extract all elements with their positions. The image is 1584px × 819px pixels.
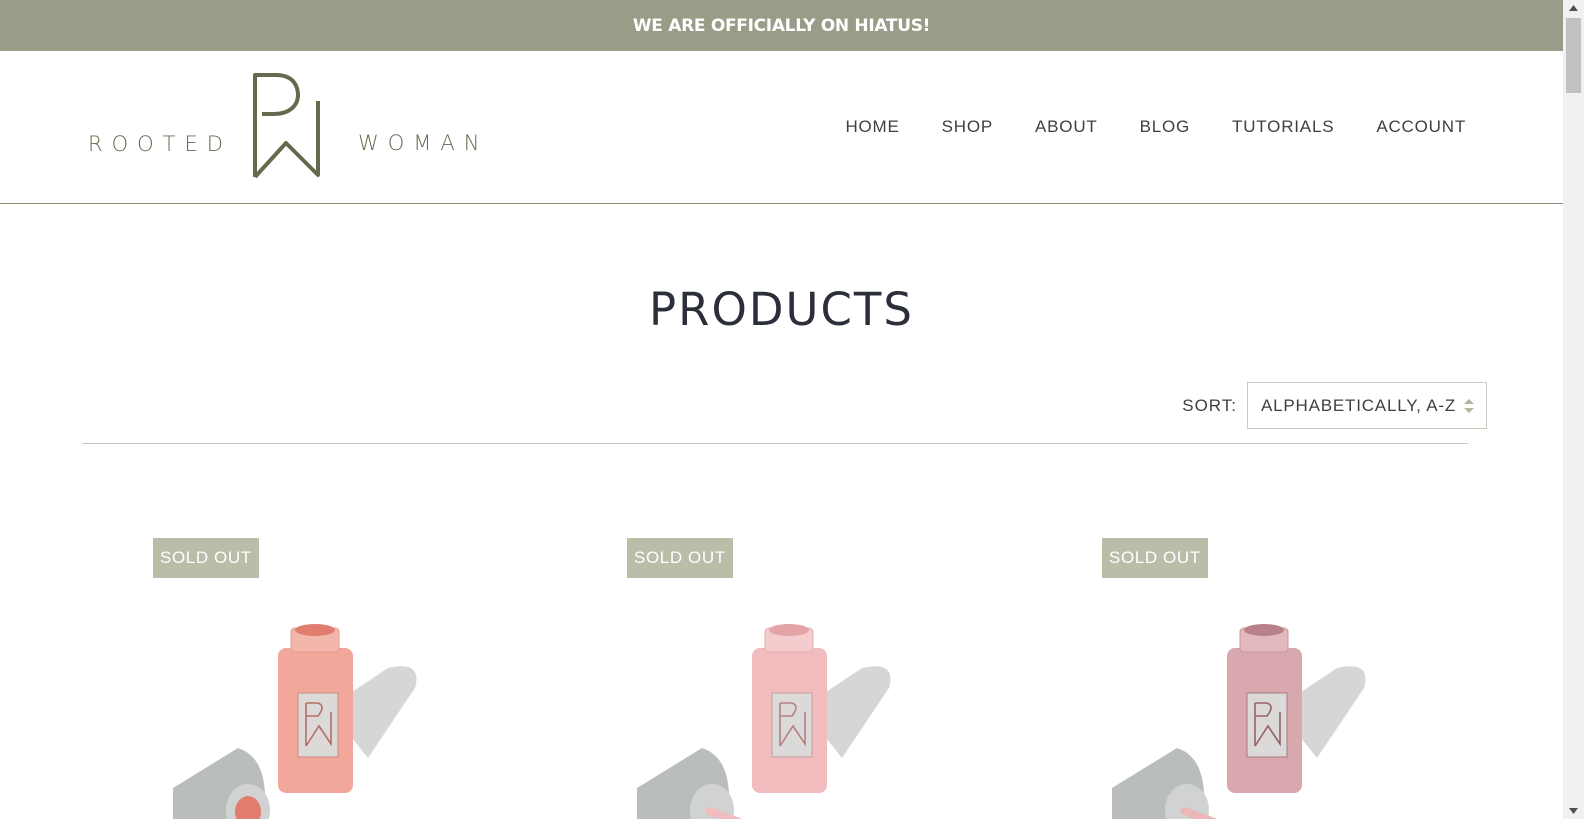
nail-polish-image[interactable] xyxy=(1102,588,1402,819)
sort-selected-value: ALPHABETICALLY, A-Z xyxy=(1261,395,1457,415)
logo-word-woman: WOMAN xyxy=(358,131,489,155)
nail-polish-image[interactable] xyxy=(153,588,453,819)
divider xyxy=(82,443,1468,444)
sold-out-badge: SOLD OUT xyxy=(1102,538,1208,578)
product-card[interactable]: SOLD OUT xyxy=(1102,538,1462,819)
page-title: PRODUCTS xyxy=(649,283,914,336)
sold-out-badge: SOLD OUT xyxy=(627,538,733,578)
scrollbar[interactable] xyxy=(1563,0,1584,819)
nav-tutorials[interactable]: TUTORIALS xyxy=(1232,117,1334,137)
scroll-up-arrow-icon[interactable] xyxy=(1563,0,1584,16)
site-logo[interactable]: ROOTED WOMAN xyxy=(86,71,486,181)
nav-about[interactable]: ABOUT xyxy=(1035,117,1098,137)
product-card[interactable]: SOLD OUT xyxy=(153,538,513,819)
sold-out-badge: SOLD OUT xyxy=(153,538,259,578)
site-header: ROOTED WOMAN HOME SHOP ABOUT BLOG TUTORI… xyxy=(0,51,1563,204)
scroll-down-arrow-icon[interactable] xyxy=(1563,803,1584,819)
select-arrows-icon xyxy=(1464,399,1474,413)
rw-monogram-icon xyxy=(253,73,320,179)
main-nav: HOME SHOP ABOUT BLOG TUTORIALS ACCOUNT xyxy=(803,117,1466,137)
nav-blog[interactable]: BLOG xyxy=(1140,117,1190,137)
logo-word-rooted: ROOTED xyxy=(88,132,232,156)
nav-account[interactable]: ACCOUNT xyxy=(1376,117,1466,137)
nav-shop[interactable]: SHOP xyxy=(942,117,993,137)
nav-home[interactable]: HOME xyxy=(845,117,899,137)
sort-control: SORT: ALPHABETICALLY, A-Z xyxy=(1182,382,1487,429)
scroll-thumb[interactable] xyxy=(1566,18,1581,93)
product-card[interactable]: SOLD OUT xyxy=(627,538,987,819)
sort-select[interactable]: ALPHABETICALLY, A-Z xyxy=(1247,382,1487,429)
sort-label: SORT: xyxy=(1182,395,1237,415)
nail-polish-image[interactable] xyxy=(627,588,927,819)
announcement-bar: WE ARE OFFICIALLY ON HIATUS! xyxy=(0,0,1563,51)
announcement-text: WE ARE OFFICIALLY ON HIATUS! xyxy=(632,15,931,36)
